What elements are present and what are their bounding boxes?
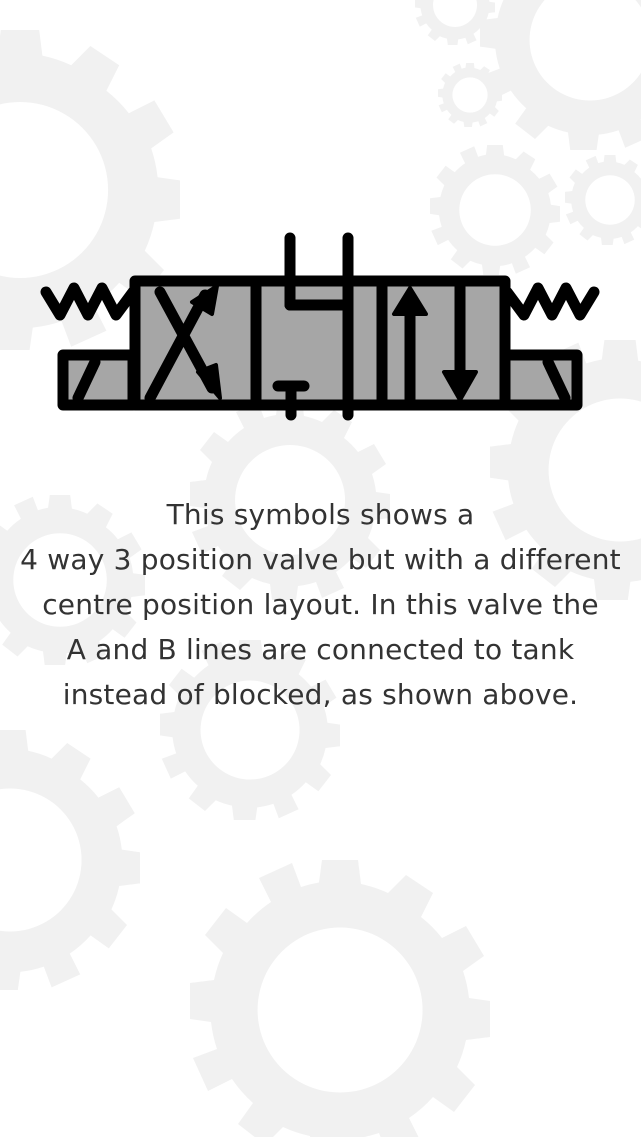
description-line: centre position layout. In this valve th… (42, 588, 599, 621)
description-line: This symbols shows a (166, 498, 475, 531)
description-line: A and B lines are connected to tank (66, 633, 575, 666)
description-text: This symbols shows a 4 way 3 position va… (0, 492, 641, 717)
left-spring-icon (40, 282, 139, 321)
description-line: 4 way 3 position valve but with a differ… (20, 543, 621, 576)
valve-4-way-3-position-symbol-icon (40, 232, 600, 421)
description-line: instead of blocked, as shown above. (62, 678, 579, 711)
right-spring-icon (501, 282, 600, 321)
